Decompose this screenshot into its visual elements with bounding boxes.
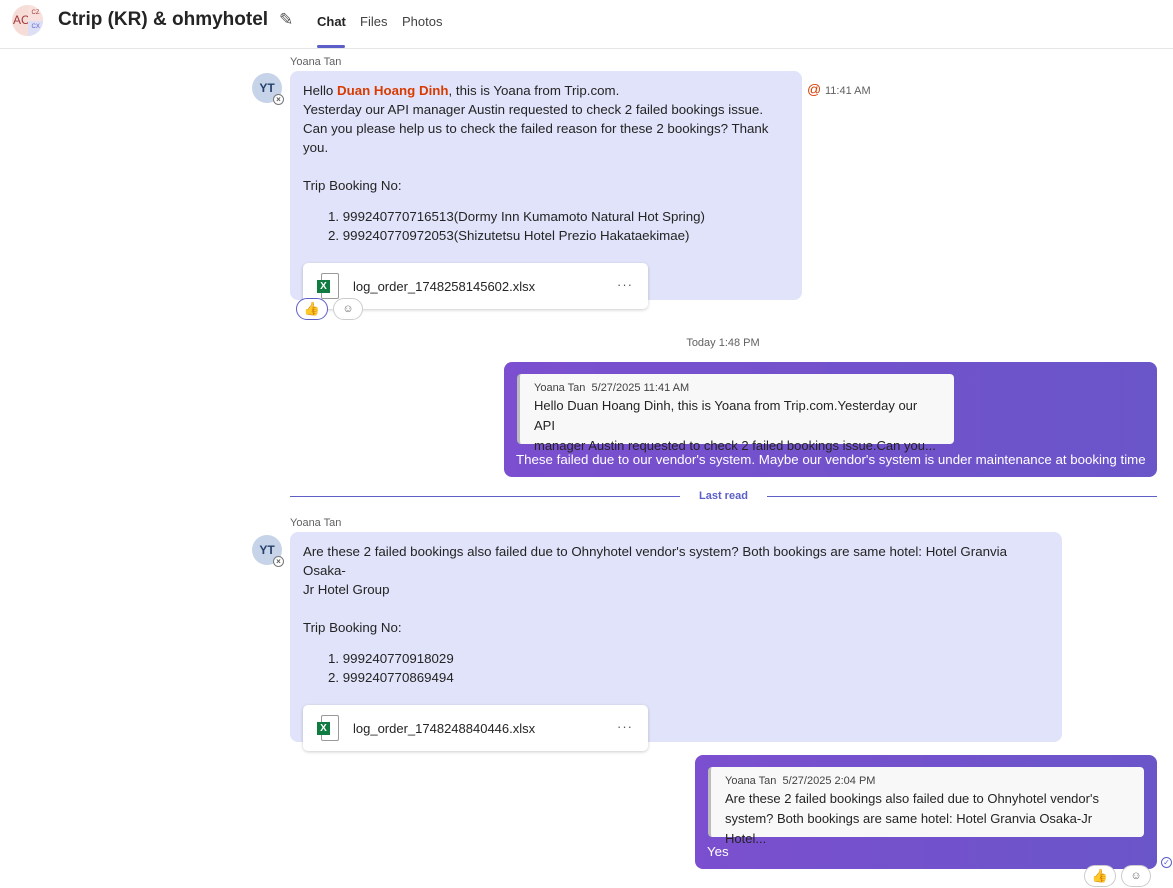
quoted-message[interactable]: Yoana Tan 5/27/2025 2:04 PM Are these 2 … <box>708 767 1144 846</box>
add-reaction-icon[interactable]: ☺ <box>1121 865 1151 887</box>
tab-files[interactable]: Files <box>360 14 387 29</box>
own-message-bubble[interactable]: Yoana Tan 5/27/2025 2:04 PM Are these 2 … <box>695 755 1157 869</box>
message-time: 11:41 AM <box>825 85 871 97</box>
message-bubble[interactable]: Are these 2 failed bookings also failed … <box>290 532 1062 751</box>
group-avatar: AC CZ CX <box>12 5 43 36</box>
message-bubble[interactable]: Hello Duan Hoang Dinh, this is Yoana fro… <box>290 71 802 309</box>
excel-file-icon: X <box>317 715 339 741</box>
avatar[interactable]: YT × <box>252 535 284 567</box>
sender-name: Yoana Tan <box>290 517 342 529</box>
more-options-icon[interactable]: ··· <box>617 717 633 736</box>
mention-at-icon: @ <box>807 81 822 97</box>
active-tab-indicator <box>317 45 345 48</box>
own-message-bubble[interactable]: Yoana Tan 5/27/2025 11:41 AM Hello Duan … <box>504 362 1157 477</box>
like-reaction-icon[interactable]: 👍 <box>296 298 328 320</box>
read-receipt-icon: ✓ <box>1161 857 1172 868</box>
chat-title: Ctrip (KR) & ohmyhotel <box>58 9 269 30</box>
chat-header: AC CZ CX Ctrip (KR) & ohmyhotel ✎ Chat F… <box>0 0 1173 49</box>
status-offline-icon: × <box>273 556 284 567</box>
sender-name: Yoana Tan <box>290 56 342 68</box>
date-divider: Today 1:48 PM <box>686 337 760 349</box>
last-read-label: Last read <box>699 490 748 502</box>
tab-chat[interactable]: Chat <box>317 14 346 29</box>
quoted-message[interactable]: Yoana Tan 5/27/2025 11:41 AM Hello Duan … <box>517 374 954 453</box>
last-read-line <box>767 496 1157 497</box>
mention[interactable]: Duan Hoang Dinh <box>337 83 449 98</box>
excel-file-icon: X <box>317 273 339 299</box>
last-read-line <box>290 496 680 497</box>
status-offline-icon: × <box>273 94 284 105</box>
tab-photos[interactable]: Photos <box>402 14 442 29</box>
more-options-icon[interactable]: ··· <box>617 275 633 294</box>
avatar[interactable]: YT × <box>252 73 284 105</box>
edit-pencil-icon[interactable]: ✎ <box>279 10 293 30</box>
file-attachment[interactable]: X log_order_1748248840446.xlsx ··· <box>303 705 648 751</box>
add-reaction-icon[interactable]: ☺ <box>333 298 363 320</box>
like-reaction-icon[interactable]: 👍 <box>1084 865 1116 887</box>
